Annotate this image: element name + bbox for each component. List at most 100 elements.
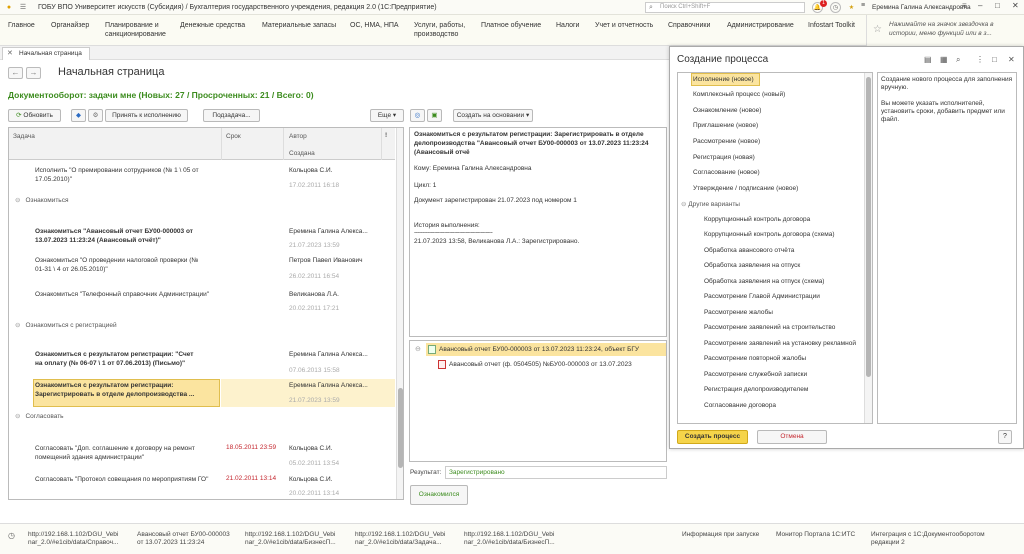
column-flag[interactable]: ! xyxy=(385,132,387,139)
menu-item-organizer[interactable]: Органайзер xyxy=(51,21,89,30)
scrollbar[interactable] xyxy=(396,128,403,499)
menu-item-references[interactable]: Справочники xyxy=(668,21,710,30)
settings-icon-button[interactable]: ⚙ xyxy=(88,109,103,122)
process-item[interactable]: Ознакомление (новое) xyxy=(693,107,761,114)
task-icon-button[interactable]: ◆ xyxy=(71,109,86,122)
status-history-item[interactable]: http://192.168.1.102/DGU_Vebi nar_2.0/#e… xyxy=(355,531,445,547)
process-item[interactable]: Комплексный процесс (новый) xyxy=(693,91,785,98)
zoom-icon[interactable]: ⌕ xyxy=(956,55,960,65)
menu-item-fixed-assets[interactable]: ОС, НМА, НПА xyxy=(350,21,399,30)
cancel-button[interactable]: Отмена xyxy=(757,430,827,444)
attachments-tree[interactable]: ⊖ Авансовый отчет БУ00-000003 от 13.07.2… xyxy=(409,340,667,462)
subtask-button[interactable]: Подзадача... xyxy=(203,109,260,122)
user-name[interactable]: Еремина Галина Александровна xyxy=(872,4,971,11)
process-item[interactable]: Приглашение (новое) xyxy=(693,122,758,129)
process-item[interactable]: Рассмотрение (новое) xyxy=(693,138,760,145)
process-item[interactable]: Исполнение (новое) xyxy=(693,76,754,83)
create-based-button[interactable]: Создать на основании ▾ xyxy=(453,109,533,122)
open-button[interactable]: ◎ xyxy=(410,109,425,122)
help-button[interactable]: ? xyxy=(998,430,1012,444)
more-icon[interactable]: ⋮ xyxy=(976,55,984,64)
close-icon[interactable]: ✕ xyxy=(1008,55,1015,64)
collapse-icon[interactable]: ⊖ xyxy=(415,345,421,353)
process-item[interactable]: Рассмотрение служебной записки xyxy=(704,371,807,378)
history-icon[interactable]: ◷ xyxy=(8,531,15,540)
process-list[interactable]: Исполнение (новое) Комплексный процесс (… xyxy=(677,72,873,424)
group-row[interactable]: ⊖ Ознакомиться xyxy=(9,196,68,204)
process-item[interactable]: Рассмотрение жалобы xyxy=(704,309,773,316)
column-due[interactable]: Срок xyxy=(226,133,241,140)
attachment-item[interactable]: Авансовый отчет (ф. 0504505) №БУ00-00000… xyxy=(436,359,632,370)
menu-item-services[interactable]: Услуги, работы, производство xyxy=(414,21,465,39)
menu-item-inventory[interactable]: Материальные запасы xyxy=(262,21,336,30)
acknowledge-button[interactable]: Ознакомился xyxy=(410,485,468,505)
save-icon[interactable]: ▤ xyxy=(924,55,932,64)
status-history-item[interactable]: http://192.168.1.102/DGU_Vebi nar_2.0/#e… xyxy=(245,531,336,547)
forward-button[interactable]: → xyxy=(26,67,41,79)
column-created[interactable]: Создана xyxy=(289,150,315,157)
menu-item-main[interactable]: Главное xyxy=(8,21,35,30)
tab-home[interactable]: ✕ Начальная страница xyxy=(2,47,90,60)
scrollbar-thumb[interactable] xyxy=(866,77,871,377)
status-history-item[interactable]: http://192.168.1.102/DGU_Vebi nar_2.0/#e… xyxy=(464,531,555,547)
column-task[interactable]: Задача xyxy=(13,133,35,140)
menu-item-cash[interactable]: Денежные средства xyxy=(180,21,245,30)
process-item[interactable]: Коррупционный контроль договора xyxy=(704,216,810,223)
process-item[interactable]: Рассмотрение заявлений на строительство xyxy=(704,324,835,331)
maximize-icon[interactable]: □ xyxy=(995,1,1000,10)
history-icon[interactable]: ◷ xyxy=(830,2,841,13)
other-group[interactable]: ⊖ Другие варианты xyxy=(681,200,740,208)
menu-item-administration[interactable]: Администрирование xyxy=(727,21,794,30)
maximize-icon[interactable]: □ xyxy=(992,55,997,64)
process-item[interactable]: Рассмотрение заявлений на установку рекл… xyxy=(704,340,856,347)
process-item[interactable]: Обработка заявления на отпуск (схема) xyxy=(704,278,824,285)
collapse-icon[interactable]: ⊖ xyxy=(15,322,20,329)
group-row[interactable]: ⊖ Ознакомиться с регистрацией xyxy=(9,321,117,329)
process-item[interactable]: Обработка авансового отчёта xyxy=(704,247,794,254)
menu-item-infostart[interactable]: Infostart Toolkit xyxy=(808,21,855,30)
column-author[interactable]: Автор xyxy=(289,133,307,140)
process-item[interactable]: Обработка заявления на отпуск xyxy=(704,262,800,269)
process-item[interactable]: Утверждение / подписание (новое) xyxy=(693,185,798,192)
result-field[interactable]: Зарегистрировано xyxy=(445,466,667,479)
menu-item-accounting[interactable]: Учет и отчетность xyxy=(595,21,653,30)
process-item[interactable]: Регистрация делопроизводителем xyxy=(704,386,808,393)
link-icon[interactable]: ▦ xyxy=(940,55,948,64)
user-icon[interactable]: ≡ xyxy=(861,2,865,9)
create-process-button[interactable]: Создать процесс xyxy=(677,430,748,444)
menu-item-taxes[interactable]: Налоги xyxy=(556,21,579,30)
favorites-icon[interactable]: ★ xyxy=(846,2,857,13)
window-menu-icon[interactable]: ≡ xyxy=(962,1,967,10)
status-history-item[interactable]: Информация при запуске xyxy=(682,531,759,539)
menu-item-paid-education[interactable]: Платное обучение xyxy=(481,21,541,30)
collapse-icon[interactable]: ⊖ xyxy=(15,413,20,420)
minimize-icon[interactable]: – xyxy=(978,1,982,10)
group-row[interactable]: ⊖ Согласовать xyxy=(9,412,64,420)
process-item[interactable]: Коррупционный контроль договора (схема) xyxy=(704,231,835,238)
scrollbar[interactable] xyxy=(864,73,872,423)
back-button[interactable]: ← xyxy=(8,67,23,79)
status-history-item[interactable]: Интеграция с 1С:Документооборотом редакц… xyxy=(871,531,985,547)
close-tab-icon[interactable]: ✕ xyxy=(7,48,13,60)
status-history-item[interactable]: http://192.168.1.102/DGU_Vebi nar_2.0/#e… xyxy=(28,531,118,547)
tasks-table[interactable]: Задача Срок Автор Создана ! Исполнить "О… xyxy=(8,127,404,500)
status-history-item[interactable]: Монитор Портала 1С:ИТС xyxy=(776,531,855,539)
menu-item-planning[interactable]: Планирование и санкционирование xyxy=(105,21,166,39)
process-item[interactable]: Согласование договора xyxy=(704,402,776,409)
collapse-icon[interactable]: ⊖ xyxy=(15,197,20,204)
add-attachment-button[interactable]: ▣ xyxy=(427,109,442,122)
status-history-item[interactable]: Авансовый отчет БУ00-000003 от 13.07.202… xyxy=(137,531,230,547)
more-button[interactable]: Еще ▾ xyxy=(370,109,404,122)
menu-icon[interactable]: ☰ xyxy=(18,2,28,12)
search-input[interactable]: ⌕ Поиск Ctrl+Shift+F xyxy=(645,2,805,13)
process-item[interactable]: Регистрация (новая) xyxy=(693,154,755,161)
scrollbar-thumb[interactable] xyxy=(398,388,403,468)
process-item[interactable]: Рассмотрение повторной жалобы xyxy=(704,355,806,362)
refresh-button[interactable]: ⟳ Обновить xyxy=(8,109,61,122)
close-icon[interactable]: ✕ xyxy=(1012,1,1019,10)
accept-button[interactable]: Принять к исполнению xyxy=(105,109,188,122)
process-item[interactable]: Рассмотрение Главой Администрации xyxy=(704,293,820,300)
attachment-item[interactable]: Авансовый отчет БУ00-000003 от 13.07.202… xyxy=(426,343,666,356)
process-item[interactable]: Согласование (новое) xyxy=(693,169,760,176)
section-title[interactable]: Документооборот: задачи мне (Новых: 27 /… xyxy=(8,90,314,100)
